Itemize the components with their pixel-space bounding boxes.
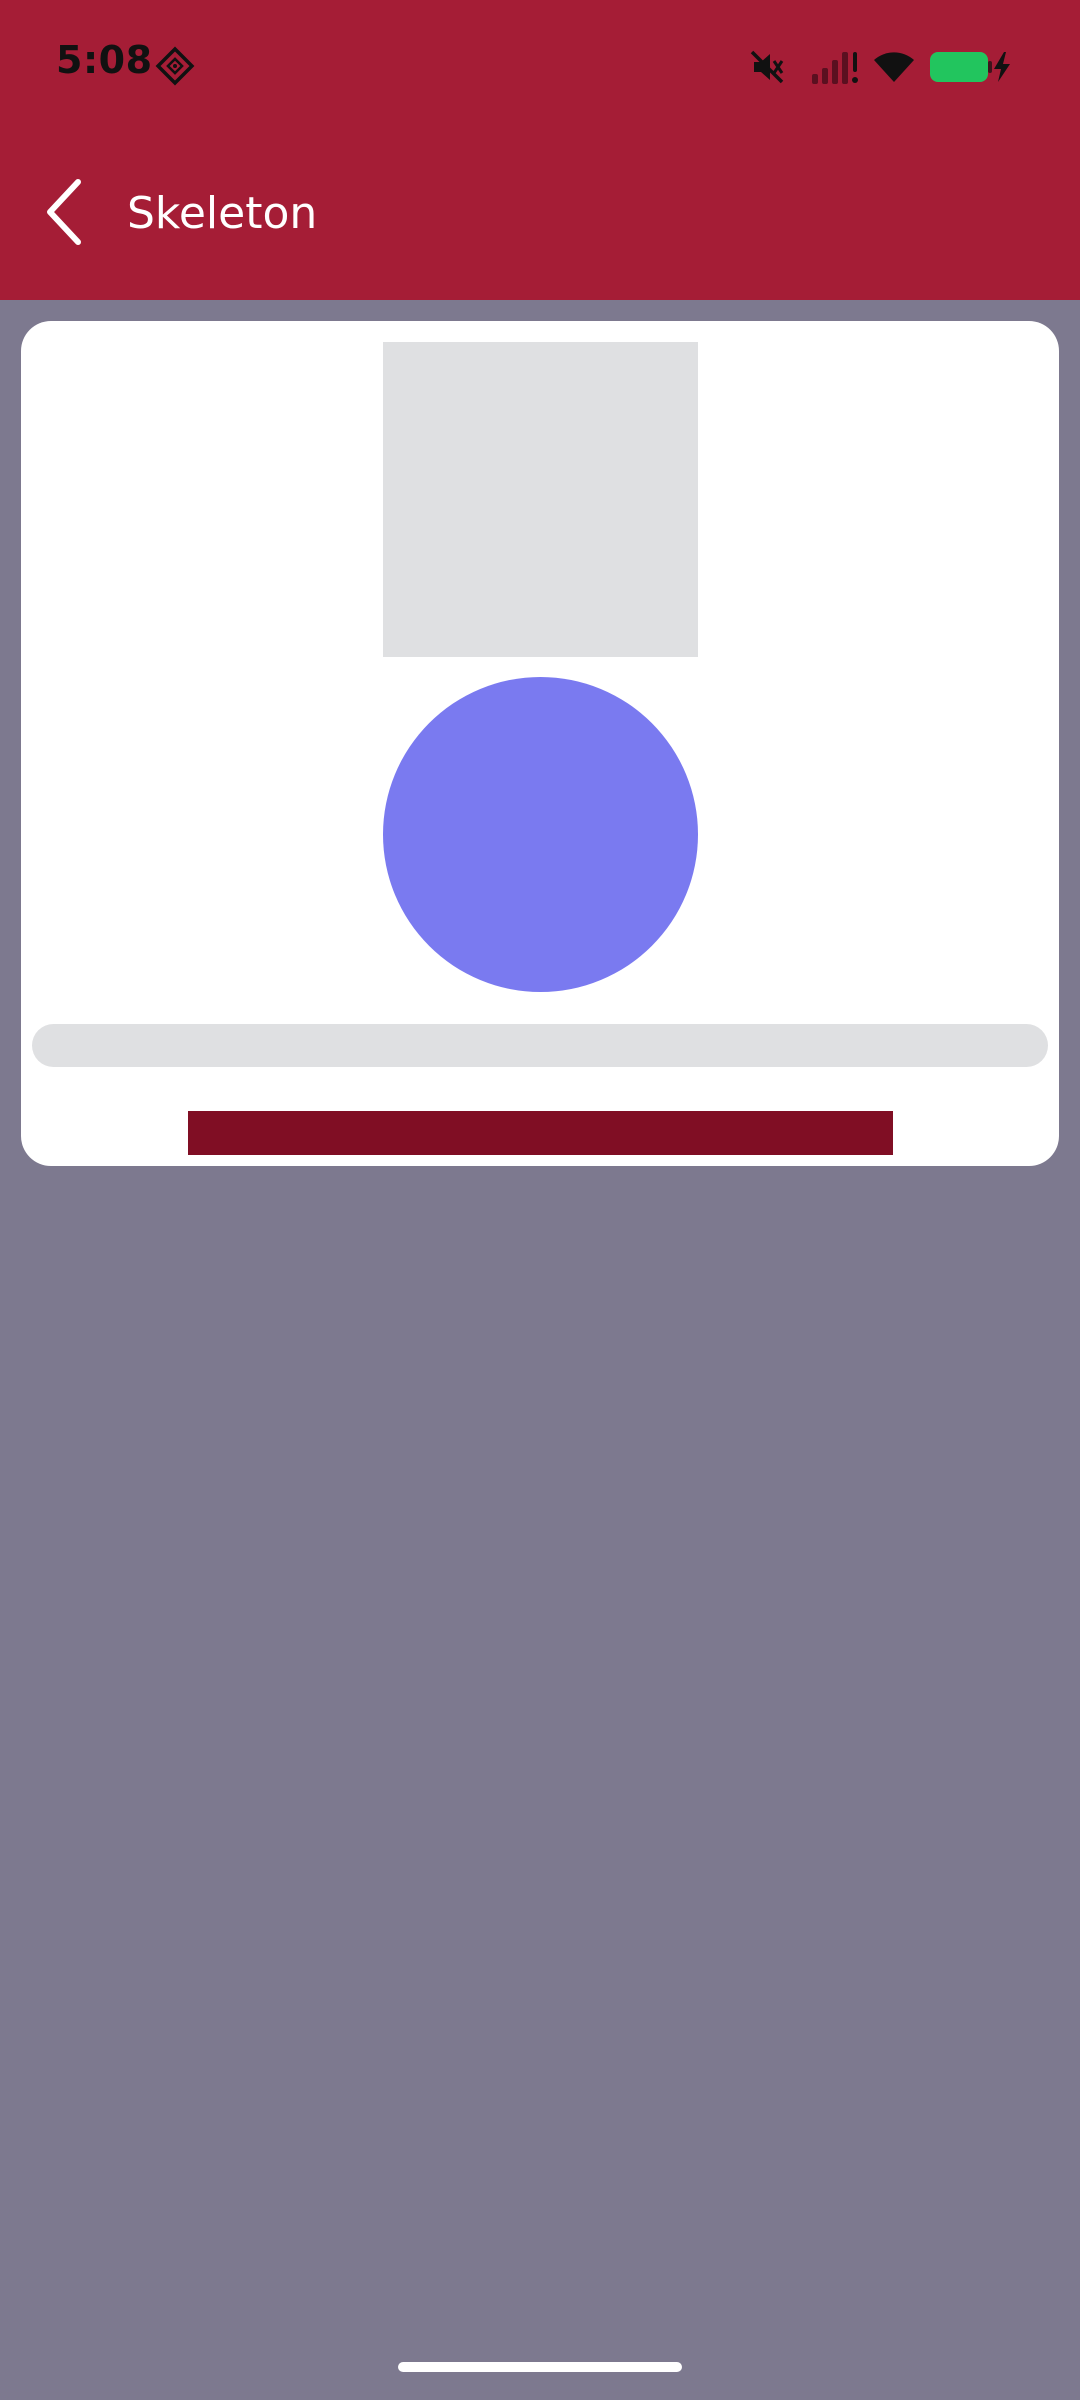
status-bar: 5:08: [0, 0, 1080, 130]
home-indicator[interactable]: [398, 2362, 682, 2372]
app-bar: Skeleton: [0, 130, 1080, 300]
cellular-signal-icon: [810, 48, 860, 90]
status-time: 5:08: [56, 38, 153, 82]
skeleton-circle-placeholder: [383, 677, 698, 992]
skeleton-line-placeholder: [32, 1024, 1048, 1067]
app-notification-icon: [155, 46, 195, 86]
skeleton-card: [21, 321, 1059, 1166]
back-button[interactable]: [30, 172, 100, 252]
page-title: Skeleton: [127, 188, 318, 239]
wifi-icon: [870, 46, 918, 90]
mute-icon: [748, 48, 786, 90]
chevron-left-icon: [47, 179, 81, 245]
skeleton-bar-placeholder: [188, 1111, 893, 1155]
battery-charging-icon: [930, 50, 1014, 88]
skeleton-square-placeholder: [383, 342, 698, 657]
